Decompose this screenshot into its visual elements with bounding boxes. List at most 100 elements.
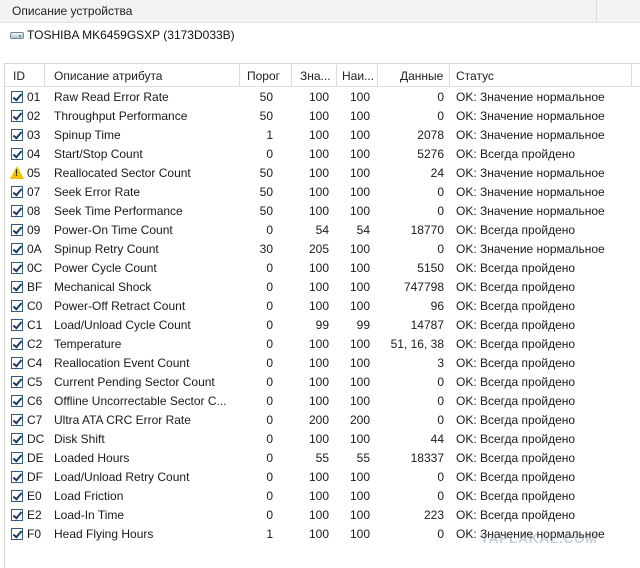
checkbox-checked-icon[interactable]: [11, 243, 23, 255]
table-row[interactable]: 0A Spinup Retry Count 30 205 100 0 OK: Значени…: [5, 240, 640, 259]
table-row[interactable]: E0 Load Friction 0 100 100 0 OK: Всегда пройде…: [5, 487, 640, 506]
column-divider[interactable]: [377, 64, 378, 86]
checkbox-checked-icon[interactable]: [11, 205, 23, 217]
checkbox-checked-icon[interactable]: [11, 148, 23, 160]
checkbox-checked-icon[interactable]: [11, 110, 23, 122]
table-row[interactable]: C6 Offline Uncorrectable Sector C... 0 100 1…: [5, 392, 640, 411]
table-row[interactable]: 05 Reallocated Sector Count 50 100 100 24 OK: …: [5, 164, 640, 183]
table-row[interactable]: C5 Current Pending Sector Count 0 100 100 0 OK…: [5, 373, 640, 392]
cell-id: C4: [27, 356, 43, 370]
cell-value: 100: [308, 128, 329, 142]
column-header-threshold[interactable]: Порог: [247, 69, 280, 83]
table-row[interactable]: 0C Power Cycle Count 0 100 100 5150 OK: Всегда…: [5, 259, 640, 278]
table-row[interactable]: DE Loaded Hours 0 55 55 18337 OK: Всегда пройд…: [5, 449, 640, 468]
cell-threshold: 0: [266, 261, 273, 275]
cell-data: 0: [437, 109, 444, 123]
table-row[interactable]: 08 Seek Time Performance 50 100 100 0 OK: Знач…: [5, 202, 640, 221]
checkbox-checked-icon[interactable]: [11, 471, 23, 483]
checkbox-checked-icon[interactable]: [11, 300, 23, 312]
cell-attribute-name: Raw Read Error Rate: [54, 90, 169, 104]
table-row[interactable]: 04 Start/Stop Count 0 100 100 5276 OK: Всегда …: [5, 145, 640, 164]
checkbox-checked-icon[interactable]: [11, 376, 23, 388]
cell-data: 0: [437, 90, 444, 104]
checkbox-checked-icon[interactable]: [11, 414, 23, 426]
cell-attribute-name: Ultra ATA CRC Error Rate: [54, 413, 191, 427]
column-divider[interactable]: [336, 64, 337, 86]
column-divider[interactable]: [631, 64, 632, 86]
table-row[interactable]: C7 Ultra ATA CRC Error Rate 0 200 200 0 OK: Вс…: [5, 411, 640, 430]
checkbox-checked-icon[interactable]: [11, 433, 23, 445]
column-divider[interactable]: [291, 64, 292, 86]
column-divider[interactable]: [239, 64, 240, 86]
table-row[interactable]: C4 Reallocation Event Count 0 100 100 3 OK: Вс…: [5, 354, 640, 373]
cell-status: OK: Значение нормальное: [456, 166, 605, 180]
cell-status: OK: Всегда пройдено: [456, 432, 576, 446]
cell-worst: 100: [349, 337, 370, 351]
cell-attribute-name: Load-In Time: [54, 508, 125, 522]
cell-data: 5276: [417, 147, 444, 161]
column-header-value[interactable]: Зна...: [300, 69, 331, 83]
table-row[interactable]: C0 Power-Off Retract Count 0 100 100 96 OK: Вс…: [5, 297, 640, 316]
checkbox-checked-icon[interactable]: [11, 395, 23, 407]
cell-status: OK: Всегда пройдено: [456, 299, 576, 313]
checkbox-checked-icon[interactable]: [11, 319, 23, 331]
cell-attribute-name: Disk Shift: [54, 432, 105, 446]
checkbox-checked-icon[interactable]: [11, 452, 23, 464]
checkbox-checked-icon[interactable]: [11, 357, 23, 369]
cell-id: 03: [27, 128, 41, 142]
cell-attribute-name: Current Pending Sector Count: [54, 375, 215, 389]
column-header-id[interactable]: ID: [13, 69, 25, 83]
cell-worst: 100: [349, 356, 370, 370]
table-row[interactable]: BF Mechanical Shock 0 100 100 747798 OK: Всегд…: [5, 278, 640, 297]
checkbox-checked-icon[interactable]: [11, 281, 23, 293]
cell-data: 51, 16, 38: [390, 337, 444, 351]
checkbox-checked-icon[interactable]: [11, 186, 23, 198]
cell-attribute-name: Reallocated Sector Count: [54, 166, 191, 180]
table-row[interactable]: DC Disk Shift 0 100 100 44 OK: Всегда пройдено: [5, 430, 640, 449]
checkbox-checked-icon[interactable]: [11, 490, 23, 502]
cell-data: 3: [437, 356, 444, 370]
table-row[interactable]: 07 Seek Error Rate 50 100 100 0 OK: Значение н…: [5, 183, 640, 202]
warning-icon: [10, 166, 24, 179]
table-row[interactable]: 03 Spinup Time 1 100 100 2078 OK: Значение нор…: [5, 126, 640, 145]
cell-threshold: 0: [266, 394, 273, 408]
checkbox-checked-icon[interactable]: [11, 528, 23, 540]
cell-worst: 100: [349, 299, 370, 313]
table-row[interactable]: 02 Throughput Performance 50 100 100 0 OK: Зна…: [5, 107, 640, 126]
cell-id: DC: [27, 432, 45, 446]
cell-value: 205: [308, 242, 329, 256]
checkbox-checked-icon[interactable]: [11, 262, 23, 274]
column-header-data[interactable]: Данные: [400, 69, 443, 83]
cell-status: OK: Значение нормальное: [456, 90, 605, 104]
checkbox-checked-icon[interactable]: [11, 338, 23, 350]
table-row[interactable]: 01 Raw Read Error Rate 50 100 100 0 OK: Значен…: [5, 88, 640, 107]
table-row[interactable]: DF Load/Unload Retry Count 0 100 100 0 OK: Все…: [5, 468, 640, 487]
column-divider[interactable]: [44, 64, 45, 86]
cell-value: 100: [308, 375, 329, 389]
table-row[interactable]: C1 Load/Unload Cycle Count 0 99 99 14787 OK: В…: [5, 316, 640, 335]
table-row[interactable]: E2 Load-In Time 0 100 100 223 OK: Всегда пройд…: [5, 506, 640, 525]
cell-worst: 100: [349, 128, 370, 142]
cell-value: 55: [315, 451, 329, 465]
cell-status: OK: Всегда пройдено: [456, 394, 576, 408]
column-header-attribute[interactable]: Описание атрибута: [54, 69, 162, 83]
checkbox-checked-icon[interactable]: [11, 91, 23, 103]
cell-threshold: 50: [259, 204, 273, 218]
cell-threshold: 50: [259, 109, 273, 123]
column-header-worst[interactable]: Наи...: [342, 69, 374, 83]
column-header-status[interactable]: Статус: [456, 69, 494, 83]
checkbox-checked-icon[interactable]: [11, 224, 23, 236]
cell-id: DF: [27, 470, 43, 484]
device-row[interactable]: TOSHIBA MK6459GSXP (3173D033B): [10, 24, 235, 46]
column-divider[interactable]: [449, 64, 450, 86]
cell-id: C7: [27, 413, 43, 427]
cell-data: 14787: [410, 318, 444, 332]
checkbox-checked-icon[interactable]: [11, 509, 23, 521]
cell-worst: 100: [349, 394, 370, 408]
checkbox-checked-icon[interactable]: [11, 129, 23, 141]
cell-attribute-name: Offline Uncorrectable Sector C...: [54, 394, 227, 408]
table-row[interactable]: 09 Power-On Time Count 0 54 54 18770 OK: Всегд…: [5, 221, 640, 240]
cell-attribute-name: Power-Off Retract Count: [54, 299, 186, 313]
table-row[interactable]: C2 Temperature 0 100 100 51, 16, 38 OK: Всегда…: [5, 335, 640, 354]
cell-worst: 100: [349, 508, 370, 522]
